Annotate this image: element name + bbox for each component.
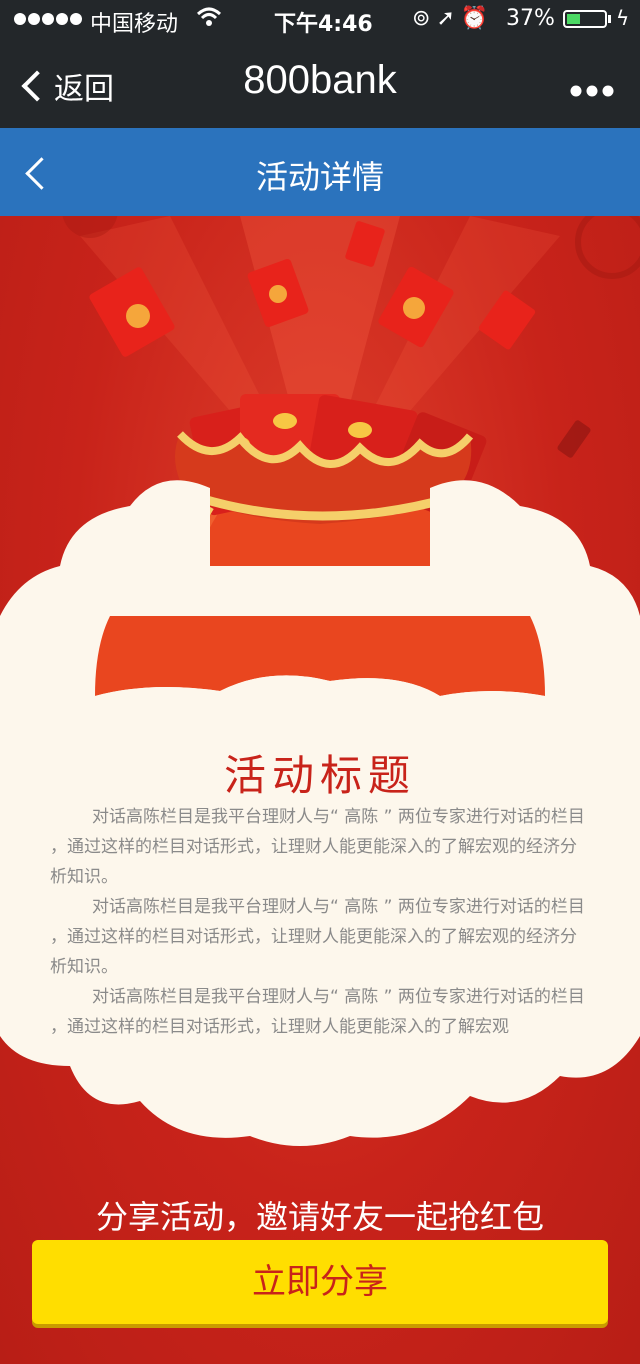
battery-percent: 37% xyxy=(506,6,555,31)
share-caption: 分享活动，邀请好友一起抢红包 xyxy=(95,1198,544,1236)
battery-level-fill xyxy=(567,14,581,24)
description-paragraph: 对话高陈栏目是我平台理财人与“ 高陈 ” 两位专家进行对话的栏目 ，通过这样的栏… xyxy=(50,987,585,1037)
location-icon: ➚ xyxy=(436,6,461,31)
signal-strength-icon xyxy=(14,8,84,33)
carrier-label: 中国移动 xyxy=(90,12,179,37)
clock: 下午4:46 xyxy=(274,12,373,37)
description-paragraph: 对话高陈栏目是我平台理财人与“ 高陈 ” 两位专家进行对话的栏目 ，通过这样的栏… xyxy=(50,897,585,977)
description-paragraph: 对话高陈栏目是我平台理财人与“ 高陈 ” 两位专家进行对话的栏目 ，通过这样的栏… xyxy=(50,807,585,887)
ellipsis-icon xyxy=(570,85,614,97)
activity-header: 活动详情 xyxy=(0,128,640,216)
page-title: 800bank xyxy=(243,58,397,102)
alarm-icon: ⏰ xyxy=(460,6,495,31)
top-nav-bar: 返回 800bank xyxy=(0,40,640,128)
activity-description: 对话高陈栏目是我平台理财人与“ 高陈 ” 两位专家进行对话的栏目 ，通过这样的栏… xyxy=(50,802,585,1042)
status-bar: 中国移动 下午4:46 ⊚➚⏰ 37% ϟ xyxy=(0,0,640,40)
rotation-lock-icon: ⊚ xyxy=(412,6,437,31)
share-now-button[interactable]: 立即分享 xyxy=(32,1240,608,1324)
activity-title: 活动标题 xyxy=(223,751,416,800)
header-title: 活动详情 xyxy=(255,158,384,196)
charging-icon: ϟ xyxy=(616,6,630,30)
wifi-icon xyxy=(196,6,222,34)
battery-icon xyxy=(563,10,607,28)
more-menu-button[interactable] xyxy=(570,70,614,105)
